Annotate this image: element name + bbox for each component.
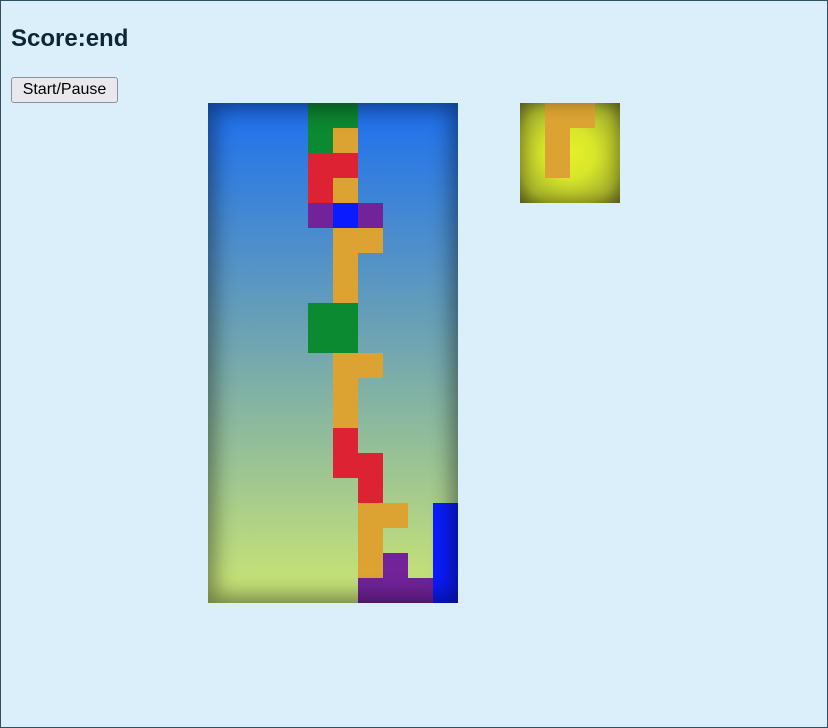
board-block [308, 153, 333, 178]
next-piece-block [545, 103, 570, 128]
board-block [333, 153, 358, 178]
next-piece-block [570, 103, 595, 128]
board-block [333, 278, 358, 303]
board-block [308, 328, 333, 353]
board-block [358, 503, 383, 528]
board-block [333, 428, 358, 453]
board-block [433, 503, 458, 528]
board-block [333, 228, 358, 253]
board-block [358, 203, 383, 228]
next-piece-preview [520, 103, 620, 203]
board-block [333, 378, 358, 403]
board-block [433, 528, 458, 553]
board-block [308, 303, 333, 328]
board-block [358, 478, 383, 503]
board-block [408, 578, 433, 603]
board-block [333, 303, 358, 328]
board-block [383, 553, 408, 578]
board-block [433, 553, 458, 578]
board-block [333, 403, 358, 428]
game-board[interactable] [208, 103, 458, 603]
next-piece-block [545, 128, 570, 153]
board-block [333, 128, 358, 153]
board-block [433, 578, 458, 603]
board-block [333, 353, 358, 378]
board-block [358, 228, 383, 253]
board-block [383, 578, 408, 603]
board-block [333, 253, 358, 278]
board-block [308, 178, 333, 203]
start-pause-button[interactable]: Start/Pause [11, 77, 118, 103]
board-block [333, 203, 358, 228]
board-block [358, 553, 383, 578]
board-block [333, 178, 358, 203]
board-block [308, 103, 333, 128]
board-block [358, 578, 383, 603]
board-block [333, 103, 358, 128]
board-block [308, 203, 333, 228]
board-block [308, 128, 333, 153]
board-block [358, 453, 383, 478]
board-block [358, 353, 383, 378]
board-block [358, 528, 383, 553]
next-piece-block [545, 153, 570, 178]
board-block [383, 503, 408, 528]
board-block [333, 328, 358, 353]
board-block [333, 453, 358, 478]
score-label: Score:end [11, 25, 129, 52]
